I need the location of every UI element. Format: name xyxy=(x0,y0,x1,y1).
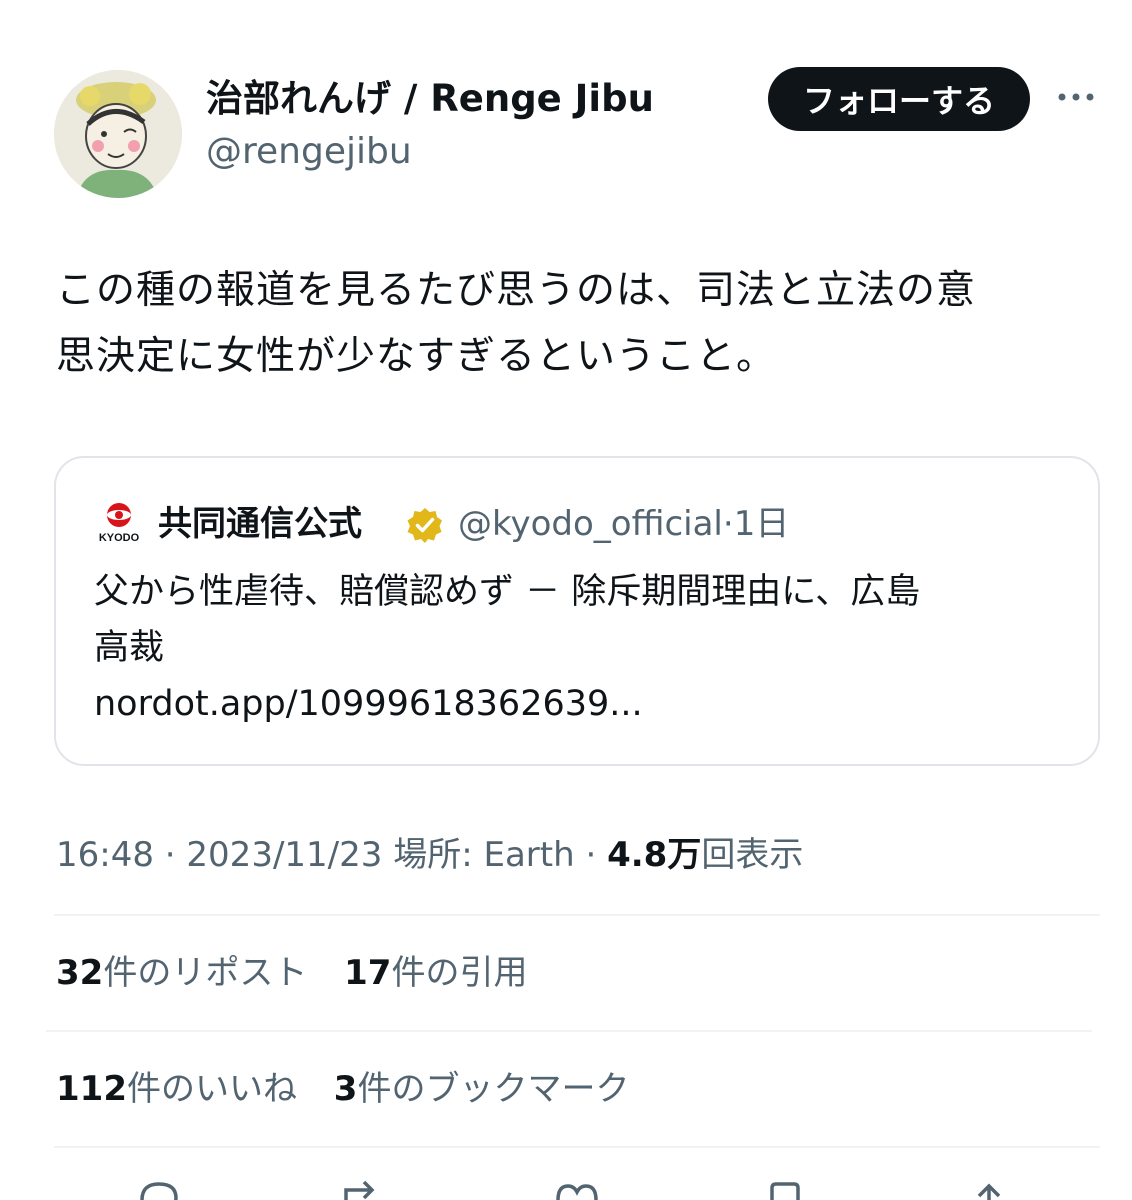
meta-separator: · xyxy=(722,504,734,544)
views-label: 回表示 xyxy=(701,835,804,875)
likes-stat[interactable]: 112件のいいね xyxy=(56,1069,297,1109)
tweet-detail-page: 治部れんげ / Renge Jibu @rengejibu フォローする この種… xyxy=(0,0,1132,1200)
share-icon[interactable] xyxy=(964,1176,1014,1200)
meta-separator: · xyxy=(164,835,176,875)
meta-separator: · xyxy=(585,835,597,875)
bookmarks-stat[interactable]: 3件のブックマーク xyxy=(334,1069,630,1109)
tweet-text: この種の報道を見るたび思うのは、司法と立法の意 思決定に女性が少なすぎるというこ… xyxy=(56,258,1106,390)
views-count: 4.8万 xyxy=(607,835,702,875)
tweet-meta: 16:48 · 2023/11/23 場所: Earth · 4.8万回表示 xyxy=(56,830,803,880)
quotes-count: 17 xyxy=(344,953,392,993)
tweet-location: 場所: Earth xyxy=(393,835,575,875)
follow-button[interactable]: フォローする xyxy=(768,67,1030,131)
repost-icon[interactable] xyxy=(336,1176,386,1200)
divider xyxy=(54,1146,1100,1148)
engagement-row: 32件のリポスト 17件の引用 xyxy=(56,948,553,998)
author-handle[interactable]: @rengejibu xyxy=(206,128,412,176)
verified-badge-icon xyxy=(406,506,444,544)
quoted-meta: @kyodo_official·1日 xyxy=(458,502,789,546)
quoted-author-name[interactable]: 共同通信公式 xyxy=(158,502,362,546)
like-icon[interactable] xyxy=(552,1176,602,1200)
tweet-date[interactable]: 2023/11/23 xyxy=(186,835,382,875)
quotes-stat[interactable]: 17件の引用 xyxy=(344,953,527,993)
likes-label: 件のいいね xyxy=(126,1069,297,1109)
reposts-count: 32 xyxy=(56,953,104,993)
engagement-row: 112件のいいね 3件のブックマーク xyxy=(56,1064,655,1114)
quoted-tweet-text: 父から性虐待、賠償認めず － 除斥期間理由に、広島 高裁 nordot.app/… xyxy=(94,564,1074,732)
avatar-illustration-icon xyxy=(54,70,182,198)
quotes-label: 件の引用 xyxy=(391,953,528,993)
quoted-author-handle[interactable]: @kyodo_official xyxy=(458,504,723,544)
quoted-tweet-age: 1日 xyxy=(733,504,790,544)
bookmarks-count: 3 xyxy=(333,1069,358,1109)
quoted-link[interactable]: nordot.app/10999618362639... xyxy=(94,676,1074,732)
divider xyxy=(54,914,1100,916)
reply-icon[interactable] xyxy=(134,1176,184,1200)
quoted-tweet-card[interactable]: KYODO 共同通信公式 @kyodo_official·1日 父から性虐待、賠… xyxy=(54,456,1100,766)
likes-count: 112 xyxy=(56,1069,127,1109)
bookmarks-label: 件のブックマーク xyxy=(357,1069,630,1109)
more-options-icon[interactable] xyxy=(1056,82,1096,112)
tweet-text-line: 思決定に女性が少なすぎるということ。 xyxy=(56,334,777,379)
bookmark-icon[interactable] xyxy=(760,1176,810,1200)
svg-text:KYODO: KYODO xyxy=(99,532,140,544)
tweet-time[interactable]: 16:48 xyxy=(56,835,154,875)
quoted-text-line: 高裁 xyxy=(94,628,165,668)
author-display-name[interactable]: 治部れんげ / Renge Jibu xyxy=(206,74,654,124)
tweet-text-line: この種の報道を見るたび思うのは、司法と立法の意 xyxy=(56,268,977,313)
avatar[interactable] xyxy=(54,70,182,198)
divider xyxy=(46,1030,1092,1032)
reposts-label: 件のリポスト xyxy=(103,953,308,993)
reposts-stat[interactable]: 32件のリポスト xyxy=(56,953,307,993)
quoted-text-line: 父から性虐待、賠償認めず － 除斥期間理由に、広島 xyxy=(94,572,921,612)
kyodo-logo-icon: KYODO xyxy=(92,500,146,544)
